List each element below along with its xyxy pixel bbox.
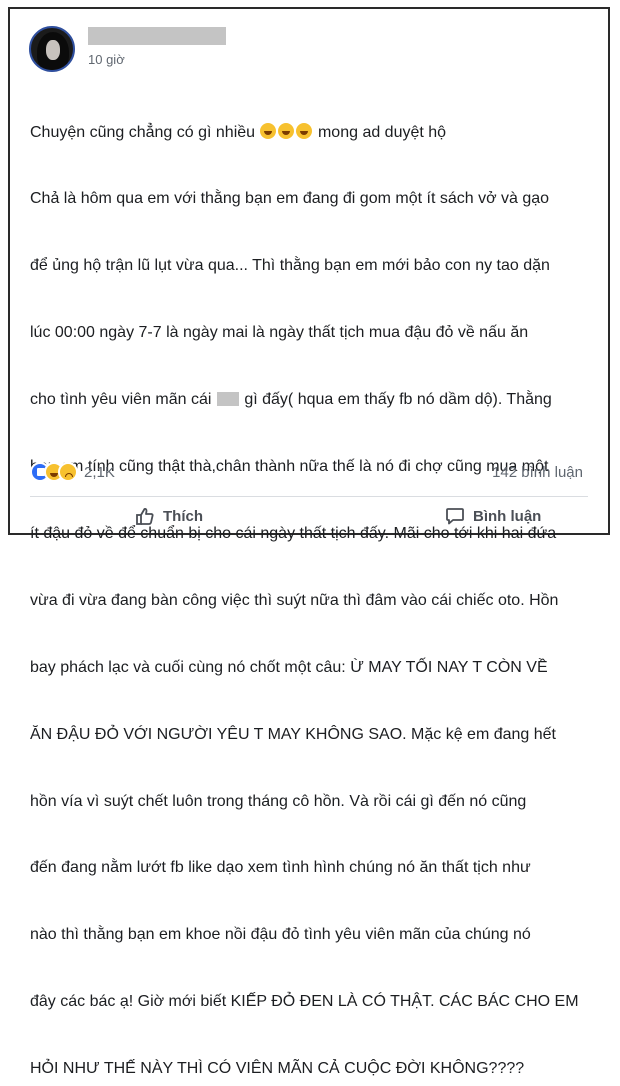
sad-reaction-icon (58, 462, 78, 482)
comment-bubble-icon (445, 506, 465, 526)
laughing-emoji-icon (259, 122, 276, 139)
post-text: gì đấy( hqua em thấy fb nó dầm dộ). Thằn… (244, 391, 552, 409)
laughing-emoji-icon (295, 122, 312, 139)
post-line: đến đang nằm lướt fb like dạo xem tình h… (30, 859, 531, 877)
post-line: HỎI NHƯ THẾ NÀY THÌ CÓ VIÊN MÃN CẢ CUỘC … (30, 1060, 525, 1078)
like-button[interactable]: Thích (135, 501, 203, 531)
post-line: vừa đi vừa đang bàn công việc thì suýt n… (30, 591, 559, 609)
divider (30, 496, 588, 497)
like-label: Thích (163, 507, 203, 525)
comment-button[interactable]: Bình luận (445, 501, 541, 531)
redacted-word (216, 392, 239, 407)
post-line: đây các bác ạ! Giờ mới biết KIẾP ĐỎ ĐEN … (30, 993, 579, 1011)
post-text: cho tình yêu viên mãn cái (30, 391, 212, 409)
post-line: hồn vía vì suýt chết luôn trong tháng cô… (30, 792, 527, 810)
author-name-redacted (88, 27, 226, 45)
post-time[interactable]: 10 giờ (88, 52, 125, 67)
post-line: lúc 00:00 ngày 7-7 là ngày mai là ngày t… (30, 324, 529, 342)
post-text: mong ad duyệt hộ (317, 123, 447, 141)
post-text: Chuyện cũng chẳng có gì nhiều (30, 123, 256, 141)
post-line: cho tình yêu viên mãn cái gì đấy( hqua e… (30, 389, 590, 411)
post-line: Chuyện cũng chẳng có gì nhiều mong ad du… (30, 122, 590, 144)
reaction-count[interactable]: 2,1K (84, 464, 115, 481)
action-bar: Thích Bình luận (30, 501, 588, 531)
comment-count[interactable]: 142 bình luận (492, 464, 583, 481)
avatar-face (46, 40, 60, 60)
post-card: 10 giờ Chuyện cũng chẳng có gì nhiều mon… (8, 7, 610, 1077)
post-line: để ủng hộ trận lũ lụt vừa qua... Thì thằ… (30, 257, 550, 275)
post-line: nào thì thằng bạn em khoe nồi đậu đỏ tìn… (30, 926, 531, 944)
laughing-emoji-icon (277, 122, 294, 139)
post-line: bay phách lạc và cuối cùng nó chốt một c… (30, 658, 548, 676)
post-line: Chả là hôm qua em với thằng bạn em đang … (30, 190, 550, 208)
post-body: Chuyện cũng chẳng có gì nhiều mong ad du… (30, 77, 590, 1086)
comment-label: Bình luận (473, 507, 542, 525)
post-line: ĂN ĐẬU ĐỎ VỚI NGƯỜI YÊU T MAY KHÔNG SAO.… (30, 725, 556, 743)
post-stats: 2,1K 142 bình luận (30, 462, 588, 484)
avatar[interactable] (29, 26, 75, 72)
thumbs-up-icon (135, 506, 155, 526)
